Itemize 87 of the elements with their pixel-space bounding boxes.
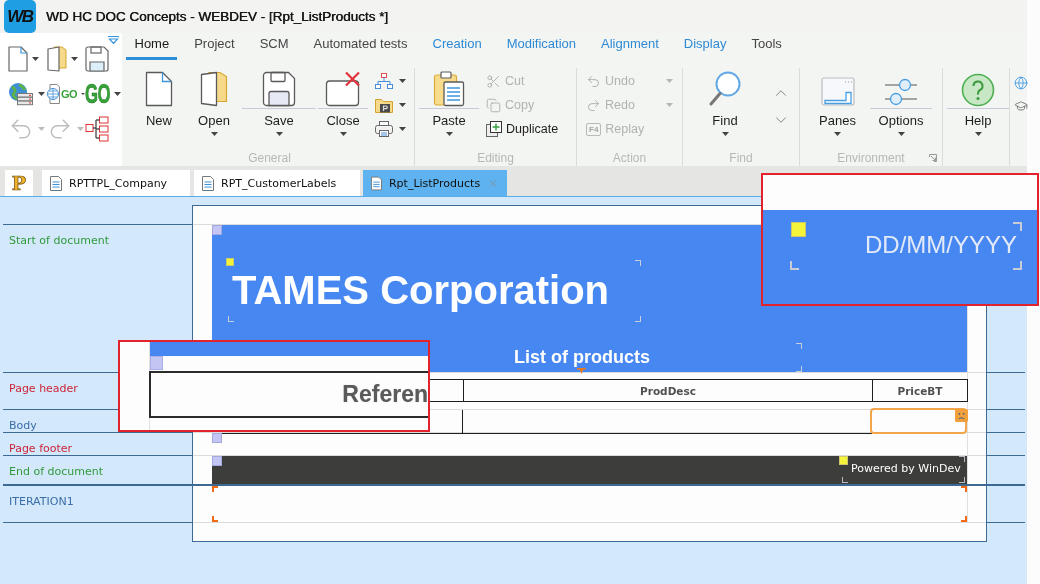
anchor-marker-icon [577,368,586,374]
folder-icon [200,71,228,107]
caret-icon[interactable] [339,132,347,136]
date-field: DD/MM/YYYY [790,222,1022,270]
ribbon-button[interactable]: Help [947,68,1009,141]
graduation-cap-icon[interactable] [1014,99,1028,113]
caret-icon[interactable] [445,132,453,136]
caret-icon[interactable] [32,56,39,61]
ribbon-button[interactable]: Find [700,68,750,141]
caret-icon[interactable] [38,92,45,96]
document-tab[interactable]: RPT_CustomerLabels [194,170,360,196]
caret-icon[interactable] [275,132,283,136]
selection-handle-icon [212,225,222,235]
caret-icon[interactable] [897,132,905,136]
search-icon [708,71,742,107]
section-label: Page footer [9,442,73,455]
caret-icon[interactable] [114,92,121,96]
globe-icon[interactable] [1014,76,1028,90]
caret-icon[interactable] [210,132,218,136]
section-label: Body [9,419,37,432]
panes-icon [820,77,855,107]
app-logo: WB [4,0,36,33]
globe-document-icon [47,84,60,104]
ribbon-button[interactable]: Panes [810,68,865,141]
clipboard-icon [433,71,465,107]
dialog-launcher-icon[interactable] [929,154,937,162]
new-document-icon [145,71,173,107]
section-label: ITERATION1 [9,495,74,508]
ribbon-tab[interactable]: Project [181,33,248,60]
close-window-icon [325,71,361,107]
duplicate-icon[interactable] [486,121,502,137]
globe-server-icon[interactable] [8,82,34,106]
selection-handle-icon [150,356,163,370]
ribbon-tab[interactable]: Automated tests [301,33,420,60]
anchor-square-icon [839,456,848,465]
caret-icon[interactable] [399,127,406,131]
document-tab[interactable]: Rpt_ListProducts [363,170,507,196]
column-header-cell: Referen [149,371,428,418]
caret-icon[interactable] [81,92,85,96]
document-icon [50,175,62,191]
tree-icon[interactable] [85,115,109,142]
report-title: TAMES Corporation [228,260,641,322]
ribbon-button[interactable]: Close [318,68,368,141]
caret-icon[interactable] [71,56,78,61]
group-label: Action [612,150,647,166]
group-label: Environment [837,150,905,166]
printer-icon[interactable] [375,121,393,137]
ribbon-button[interactable]: Save [242,68,316,141]
window-title: WD HC DOC Concepts - WEBDEV - [Rpt_ListProducts *] [46,9,389,24]
anchor-square-icon [226,258,234,266]
ribbon-tab[interactable]: SCM [247,33,302,60]
caret-icon[interactable] [834,132,841,136]
folder-icon[interactable] [47,45,67,72]
group-label: Find [729,150,753,166]
shortcut-key: F4 [586,122,602,136]
ribbon-button[interactable]: Open [189,68,239,141]
document-tab[interactable]: RPTTPL_Company [42,170,190,196]
caret-icon[interactable] [721,132,729,136]
document-icon [371,175,382,191]
selection-handle-icon [212,456,222,466]
folder-icon[interactable] [375,97,393,113]
section-label: End of document [9,465,103,478]
help-icon [961,73,995,107]
hierarchy-icon[interactable] [375,73,393,89]
caret-icon[interactable] [974,132,982,136]
selection-handle-icon [212,433,222,443]
column-header-cell: PriceBT [872,379,968,402]
caret-icon[interactable] [399,79,406,83]
ribbon-button[interactable]: Duplicate [483,117,563,141]
sliders-icon [884,77,918,107]
caret-icon[interactable] [399,103,406,107]
save-icon[interactable] [85,45,109,72]
dropdown-caret-icon[interactable] [108,36,119,44]
ribbon-button[interactable]: New [137,68,181,141]
ribbon-tab[interactable]: Tools [738,33,795,60]
save-icon [262,71,296,107]
footer-text: Powered by WinDev [842,456,965,483]
group-label: Editing [477,150,514,166]
ribbon-button[interactable]: Paste [419,68,479,141]
section-label: Start of document [9,234,109,247]
ribbon-button[interactable]: Options [870,68,932,141]
section-label: Page header [9,382,78,395]
column-header-cell: ProdDesc [463,379,873,402]
anchor-square-icon [791,222,806,237]
group-label: General [248,150,291,166]
document-icon [202,175,214,191]
error-face-icon [955,409,968,422]
